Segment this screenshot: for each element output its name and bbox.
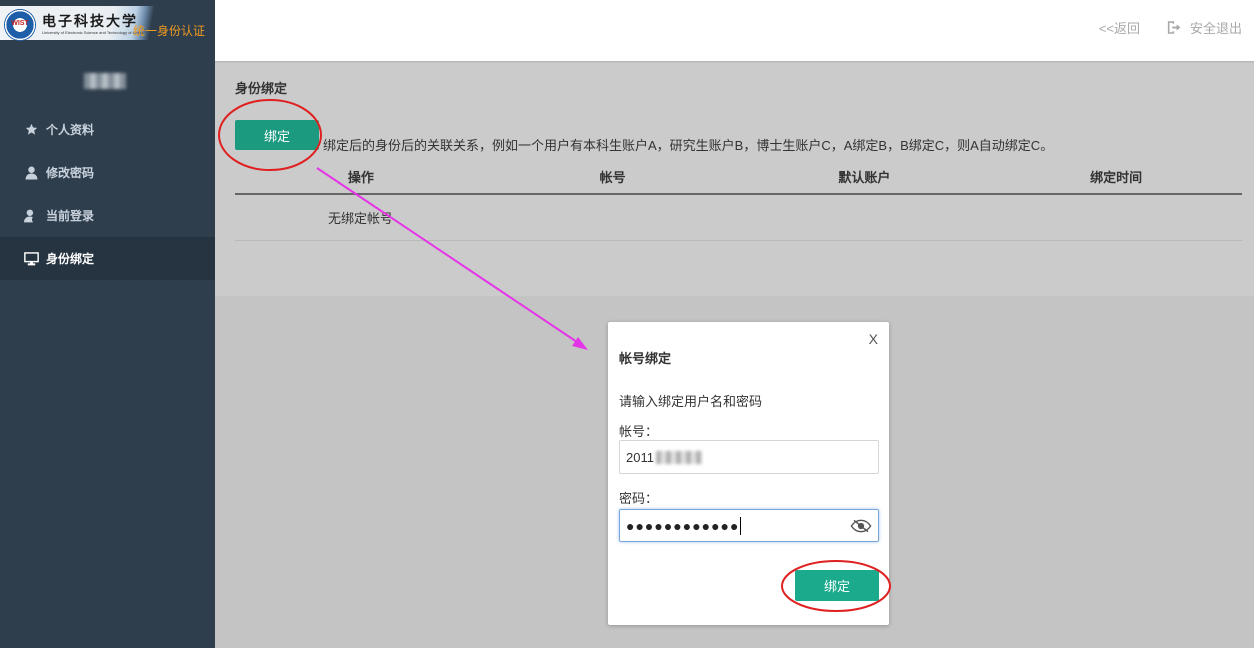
user-icon (23, 165, 39, 181)
sidebar-item-change-password[interactable]: 修改密码 (0, 151, 215, 194)
top-header: <<返回 安全退出 (215, 0, 1254, 62)
close-button[interactable]: X (869, 331, 878, 347)
user-name-blurred (84, 73, 126, 89)
school-name-en: University of Electronic Science and Tec… (42, 30, 144, 35)
bind-button[interactable]: 绑定 (235, 120, 319, 150)
sidebar: WIST 电子科技大学 University of Electronic Sci… (0, 0, 215, 648)
identity-binding-panel: 身份绑定 绑定 绑定后的身份后的关联关系，例如一个用户有本科生账户A，研究生账户… (215, 63, 1254, 296)
sidebar-nav: 个人资料 修改密码 当前登录 身份绑定 (0, 108, 215, 280)
sidebar-item-identity-binding[interactable]: 身份绑定 (0, 237, 215, 280)
sidebar-item-label: 当前登录 (46, 209, 95, 223)
logo[interactable]: WIST 电子科技大学 University of Electronic Sci… (0, 0, 215, 50)
user-clock-icon (23, 208, 39, 224)
account-value: 2011 (626, 449, 654, 465)
sidebar-item-profile[interactable]: 个人资料 (0, 108, 215, 151)
page-title: 身份绑定 (235, 81, 288, 96)
logout-link[interactable]: 安全退出 (1166, 18, 1242, 37)
account-input[interactable]: 2011 (619, 440, 879, 474)
binding-description: 绑定后的身份后的关联关系，例如一个用户有本科生账户A，研究生账户B，博士生账户C… (323, 138, 1054, 153)
account-label: 帐号： (619, 424, 659, 439)
monitor-icon (23, 251, 39, 267)
back-link[interactable]: <<返回 (1099, 18, 1140, 37)
submit-bind-button[interactable]: 绑定 (795, 570, 879, 601)
dialog-hint: 请输入绑定用户名和密码 (619, 394, 763, 409)
account-binding-dialog: X 帐号绑定 请输入绑定用户名和密码 帐号： 2011 密码： ●●●●●●●●… (608, 322, 889, 625)
table-header: 操作 帐号 默认账户 绑定时间 (235, 159, 1242, 195)
column-header: 绑定时间 (1090, 169, 1143, 185)
sidebar-item-label: 身份绑定 (46, 252, 95, 266)
sidebar-item-current-login[interactable]: 当前登录 (0, 194, 215, 237)
password-value: ●●●●●●●●●●●● (626, 517, 740, 534)
school-name: 电子科技大学 (42, 14, 138, 30)
table-row: 无绑定帐号 (235, 195, 1242, 241)
sidebar-item-label: 个人资料 (46, 123, 95, 137)
dialog-title: 帐号绑定 (619, 351, 672, 366)
eye-slash-icon[interactable] (850, 519, 872, 533)
star-icon (23, 122, 39, 138)
account-blurred-digits (655, 450, 702, 464)
logo-subtitle: 统一身份认证 (133, 24, 206, 38)
column-header: 帐号 (599, 169, 626, 185)
sign-out-icon (1167, 21, 1181, 34)
password-input[interactable]: ●●●●●●●●●●●● (619, 509, 879, 542)
empty-table-message: 无绑定帐号 (327, 211, 393, 226)
text-cursor (740, 516, 742, 535)
school-emblem-icon: WIST (4, 9, 36, 41)
logout-label: 安全退出 (1189, 21, 1242, 36)
sidebar-item-label: 修改密码 (46, 166, 95, 180)
column-header: 默认账户 (838, 169, 891, 185)
column-header: 操作 (347, 169, 374, 185)
password-label: 密码： (619, 491, 659, 506)
annotation-arrow-head (572, 337, 588, 350)
bindings-table: 操作 帐号 默认账户 绑定时间 无绑定帐号 (235, 159, 1242, 241)
